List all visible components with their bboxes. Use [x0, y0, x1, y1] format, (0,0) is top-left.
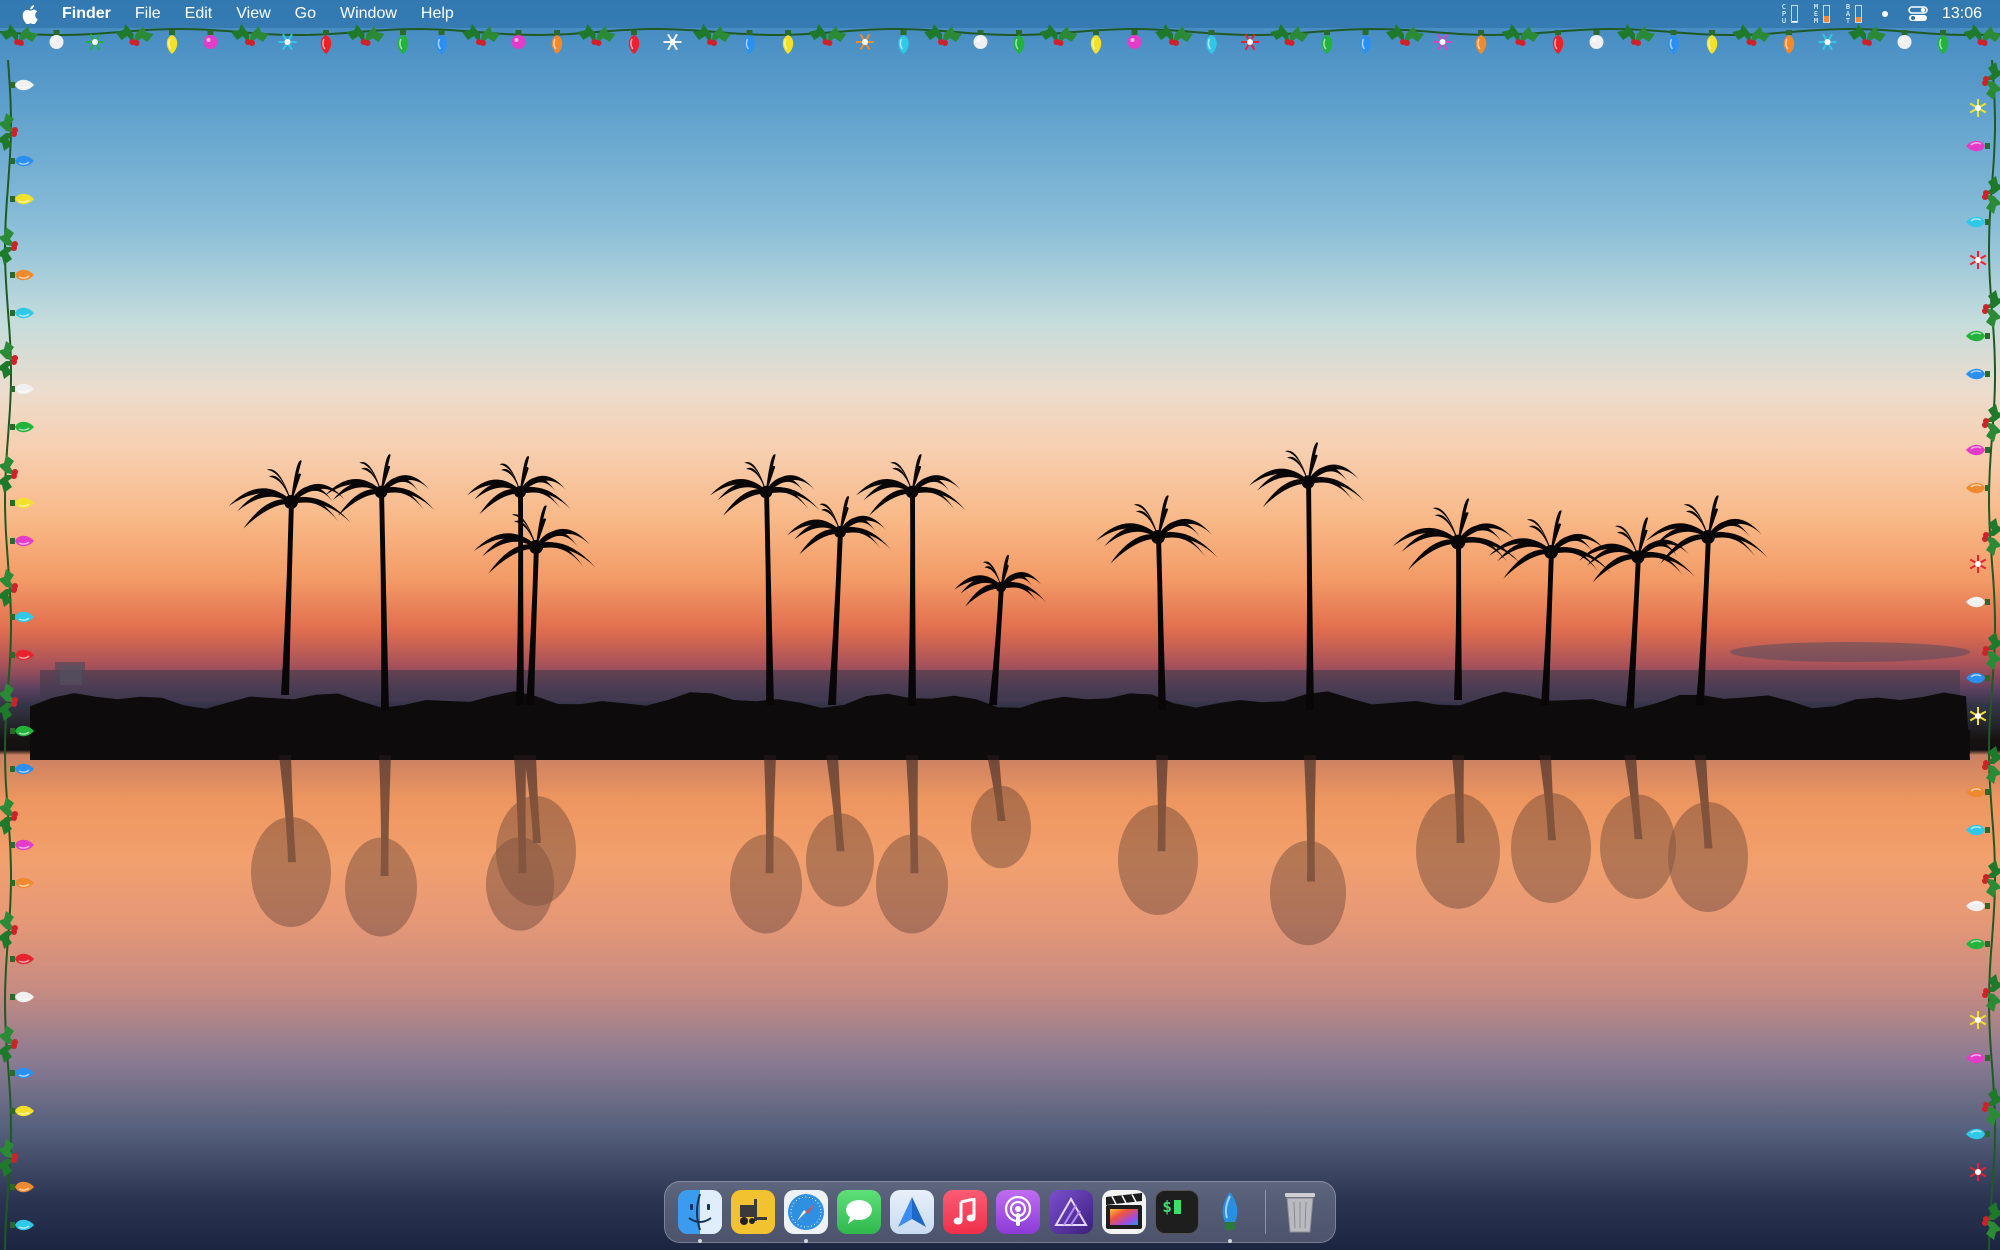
palm-sunset-scene — [30, 442, 1970, 946]
cpu-bar — [1790, 5, 1798, 23]
memory-meter[interactable]: MEM — [1812, 2, 1830, 25]
cpu-meter[interactable]: CPU — [1780, 2, 1798, 25]
podcasts-icon — [996, 1190, 1040, 1234]
dock-item-final-cut-pro[interactable] — [1098, 1185, 1151, 1239]
dock-item-music[interactable] — [938, 1185, 991, 1239]
running-indicator — [1228, 1239, 1233, 1243]
menu-view[interactable]: View — [224, 0, 282, 28]
menu-window[interactable]: Window — [328, 0, 409, 28]
dock-item-messages[interactable] — [832, 1185, 885, 1239]
trash-icon — [1278, 1190, 1322, 1234]
finder-icon — [677, 1190, 722, 1234]
dock-separator — [1264, 1190, 1266, 1234]
dock-item-podcasts[interactable] — [991, 1185, 1044, 1239]
menu-bar: Finder File Edit View Go Window Help CPU… — [0, 0, 2000, 28]
desktop-wallpaper — [0, 0, 2000, 1250]
running-indicator — [803, 1239, 808, 1243]
battery-meter[interactable]: BAT — [1844, 2, 1862, 25]
menu-edit[interactable]: Edit — [173, 0, 225, 28]
affinity-photo-icon — [1049, 1190, 1094, 1234]
terminal-cursor — [1173, 1200, 1181, 1214]
dock-item-finder[interactable] — [673, 1185, 726, 1243]
final-cut-pro-icon — [1102, 1190, 1147, 1234]
dock: $ — [664, 1181, 1336, 1243]
safari-icon — [783, 1190, 828, 1234]
terminal-icon: $ — [1155, 1190, 1200, 1234]
battery-bar — [1854, 5, 1862, 23]
dock-item-safari[interactable] — [779, 1185, 832, 1243]
forklift-icon — [730, 1190, 775, 1234]
apple-logo-icon — [22, 4, 38, 24]
apple-menu[interactable] — [0, 0, 60, 28]
dock-item-affinity-photo[interactable] — [1045, 1185, 1098, 1239]
cpu-label: CPU — [1781, 2, 1787, 25]
battery-label: BAT — [1845, 2, 1851, 25]
messages-icon — [836, 1190, 881, 1234]
dock-item-forklift[interactable] — [726, 1185, 779, 1239]
christmas-bulb-icon — [1208, 1190, 1252, 1234]
menu-go[interactable]: Go — [283, 0, 328, 28]
music-icon — [942, 1190, 987, 1234]
control-center-icon[interactable] — [1908, 6, 1928, 22]
menu-help[interactable]: Help — [409, 0, 466, 28]
menu-bar-clock[interactable]: 13:06 — [1942, 5, 1982, 23]
dock-item-spark[interactable] — [885, 1185, 938, 1239]
spark-mail-icon — [889, 1190, 934, 1234]
dock-item-terminal[interactable]: $ — [1151, 1185, 1204, 1239]
memory-bar — [1822, 5, 1830, 23]
terminal-prompt: $ — [1162, 1197, 1172, 1216]
menu-file[interactable]: File — [123, 0, 173, 28]
app-menu-finder[interactable]: Finder — [60, 0, 123, 28]
status-dot-icon[interactable] — [1881, 11, 1888, 17]
running-indicator — [697, 1239, 702, 1243]
dock-item-trash[interactable] — [1274, 1185, 1327, 1239]
memory-label: MEM — [1813, 2, 1819, 25]
dock-item-xmas-lights[interactable] — [1204, 1185, 1257, 1243]
